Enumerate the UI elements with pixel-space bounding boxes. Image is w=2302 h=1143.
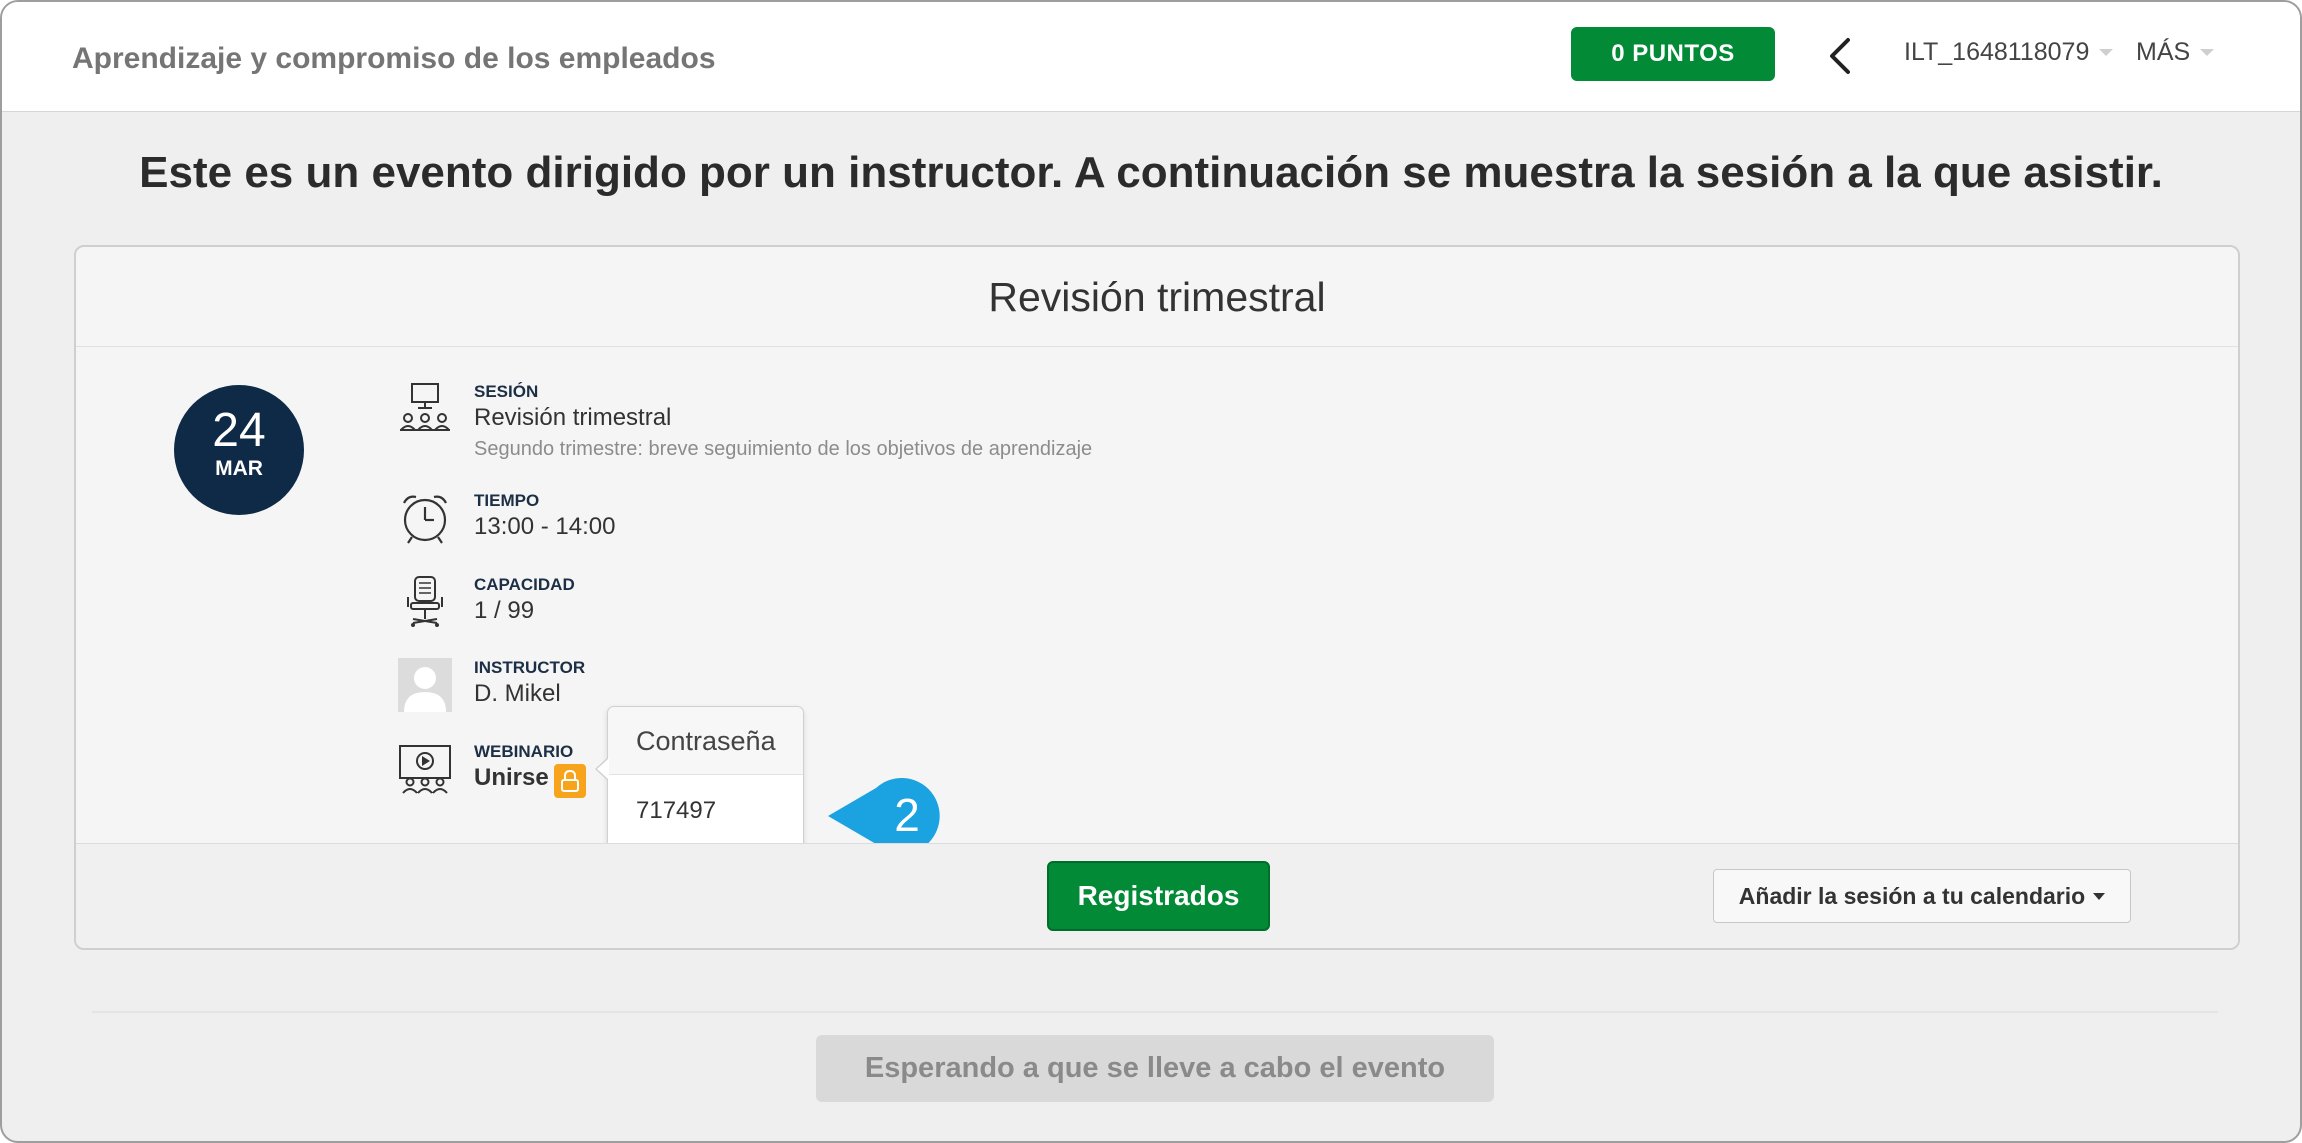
chevron-down-icon [2093, 892, 2106, 900]
step-marker-number: 2 [894, 789, 920, 841]
date-month: MAR [215, 457, 263, 480]
alarm-clock-icon [403, 495, 447, 544]
capacity-label: CAPACIDAD [474, 575, 575, 594]
session-description: Segundo trimestre: breve seguimiento de … [474, 438, 1093, 460]
registered-button[interactable]: Registrados [1047, 861, 1270, 931]
points-button[interactable]: 0 PUNTOS [1571, 27, 1775, 81]
divider [92, 1011, 2218, 1013]
avatar [398, 658, 452, 712]
password-popover: Contraseña 717497 [595, 706, 804, 849]
chevron-left-icon[interactable] [1822, 34, 1858, 78]
add-to-calendar-button[interactable]: Añadir la sesión a tu calendario [1713, 869, 2131, 923]
date-day: 24 [212, 404, 266, 457]
add-to-calendar-label: Añadir la sesión a tu calendario [1738, 882, 2086, 909]
user-menu[interactable]: ILT_1648118079 [1904, 38, 2114, 67]
popover-arrow-inner [597, 758, 609, 780]
password-popover-title: Contraseña [608, 707, 803, 775]
session-card: Revisión trimestral 24 MAR SESIÓN Revisi… [74, 245, 2240, 950]
join-link[interactable]: Unirse [474, 764, 549, 792]
page-headline: Este es un evento dirigido por un instru… [139, 148, 2163, 197]
session-value: Revisión trimestral [474, 404, 672, 431]
webinar-label: WEBINARIO [474, 742, 574, 761]
session-label: SESIÓN [474, 382, 539, 401]
presentation-icon [400, 383, 450, 431]
password-value: 717497 [636, 797, 717, 824]
instructor-label: INSTRUCTOR [474, 658, 586, 677]
chevron-down-icon [2099, 49, 2114, 56]
webinar-icon [399, 745, 451, 794]
waiting-status-button: Esperando a que se lleve a cabo el event… [816, 1035, 1494, 1102]
more-menu[interactable]: MÁS [2136, 38, 2215, 67]
time-value: 13:00 - 14:00 [474, 513, 616, 540]
lock-icon[interactable] [554, 764, 586, 798]
session-card-footer: Registrados Añadir la sesión a tu calend… [76, 843, 2238, 948]
chair-icon [407, 576, 443, 627]
app-window: Aprendizaje y compromiso de los empleado… [0, 0, 2302, 1143]
app-title: Aprendizaje y compromiso de los empleado… [72, 42, 716, 75]
user-menu-label: ILT_1648118079 [1904, 38, 2090, 66]
chevron-down-icon [2200, 49, 2215, 56]
session-card-title: Revisión trimestral [76, 247, 2238, 347]
capacity-value: 1 / 99 [474, 597, 535, 624]
top-header: Aprendizaje y compromiso de los empleado… [2, 2, 2300, 112]
date-badge: 24 MAR [174, 385, 304, 515]
time-label: TIEMPO [474, 491, 540, 510]
instructor-value: D. Mikel [474, 680, 561, 707]
more-menu-label: MÁS [2136, 38, 2191, 66]
